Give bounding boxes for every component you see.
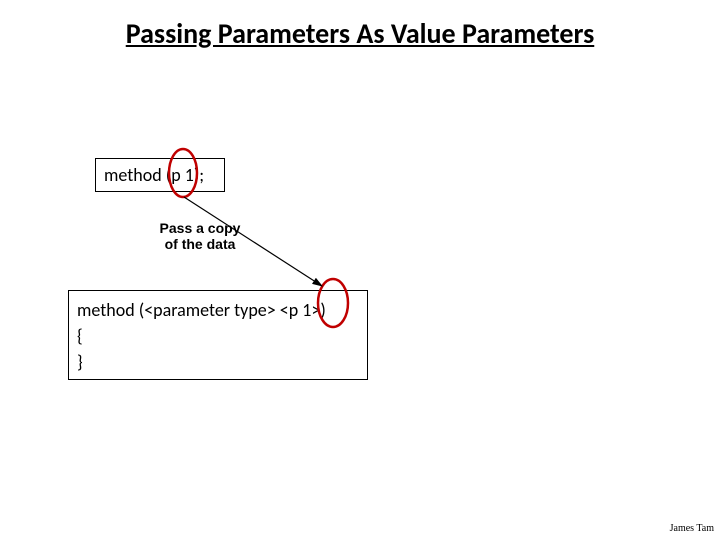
method-def-box: method (<parameter type> <p 1>) { } <box>68 290 368 380</box>
method-def-line1: method (<parameter type> <p 1>) <box>77 297 359 323</box>
annotation-label: Pass a copy of the data <box>140 220 260 252</box>
annotation-line1: Pass a copy <box>160 220 241 236</box>
annotation-line2: of the data <box>165 236 236 252</box>
method-def-line3: } <box>77 349 359 375</box>
overlay-svg <box>0 0 720 540</box>
method-call-box: method (p 1); <box>95 158 225 192</box>
slide-title: Passing Parameters As Value Parameters <box>0 16 720 51</box>
footer-author: James Tam <box>670 523 714 534</box>
slide: Passing Parameters As Value Parameters m… <box>0 0 720 540</box>
method-def-line2: { <box>77 323 359 349</box>
method-call-text: method (p 1); <box>104 164 204 186</box>
